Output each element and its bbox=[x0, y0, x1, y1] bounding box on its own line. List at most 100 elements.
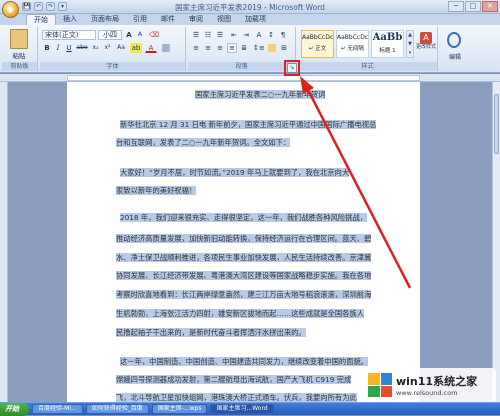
style-normal[interactable]: AaBbCcDc ↵ 正文 bbox=[301, 30, 334, 58]
doc-line-9: 考察时欣喜地看到：长江两岸绿意盎然，建三江万亩大地号稻浪滚滚，深圳前海 bbox=[116, 289, 372, 301]
align-right-icon[interactable]: ≡ bbox=[215, 43, 225, 53]
taskbar-item-wps[interactable]: 国家主席-...wps bbox=[151, 404, 208, 414]
paragraph-group: ☰ ☷ ☰ ⇤ ⇥ A ↕ ¶ ≡ ≡ ≡ ≡ ≣ ↕≡ ⊞ 段落 bbox=[188, 27, 296, 71]
justify-icon[interactable]: ≡ bbox=[227, 43, 237, 53]
horizontal-ruler[interactable] bbox=[0, 74, 500, 82]
minimize-button[interactable]: ─ bbox=[448, 1, 464, 12]
watermark-url: www.relsound.com bbox=[396, 389, 458, 397]
title-bar: ◉ 💾 ↶ ↷ ▾ 国家主席习近平发表2019 - Microsoft Word… bbox=[0, 0, 500, 18]
style-no-spacing-name: ↵ 无间隔 bbox=[341, 46, 364, 52]
paste-icon[interactable] bbox=[10, 29, 28, 49]
doc-line: 推动经济高质量发展，加快新旧动能转换，保持经济运行在合理区间。蓝天、碧 bbox=[116, 234, 372, 243]
taskbar-item-experience[interactable]: 如何获得经验_百度 bbox=[85, 404, 149, 414]
underline-button[interactable]: U bbox=[64, 43, 74, 53]
start-button[interactable]: 开始 bbox=[0, 402, 29, 416]
tab-insert[interactable]: 插入 bbox=[56, 14, 84, 25]
align-left-icon[interactable]: ≡ bbox=[191, 43, 201, 53]
doc-line-12: 这一年，中国制造、中国创造、中国建造共同发力，继续改变着中国的面貌。 bbox=[120, 356, 369, 368]
scroll-thumb[interactable] bbox=[494, 94, 499, 154]
close-button[interactable]: ✕ bbox=[482, 1, 498, 12]
italic-button[interactable]: I bbox=[53, 43, 63, 53]
grow-font-button[interactable]: A bbox=[124, 30, 134, 40]
doc-line: 国家主席习近平发表二○一九年新年贺词 bbox=[195, 90, 326, 99]
doc-line: 台和互联网，发表了二○一九年新年贺词。全文如下： bbox=[116, 138, 291, 147]
maximize-button[interactable]: □ bbox=[465, 1, 481, 12]
tab-references[interactable]: 引用 bbox=[126, 14, 154, 25]
doc-line-5: 2018 年，我们迎来很充实、走得很坚定。这一年，我们战胜各种风险挑战， bbox=[120, 212, 368, 224]
superscript-button[interactable]: x² bbox=[102, 43, 113, 53]
char-border-icon[interactable] bbox=[160, 43, 172, 53]
doc-line: 2018 年，我们迎来很充实、走得很坚定。这一年，我们战胜各种风险挑战， bbox=[120, 213, 368, 222]
style-no-spacing[interactable]: AaBbCcDc ↵ 无间隔 bbox=[336, 30, 369, 58]
style-heading1-preview: AaBb bbox=[372, 32, 403, 43]
font-size-select[interactable]: 小四 bbox=[98, 30, 122, 40]
doc-line-2: 台和互联网，发表了二○一九年新年贺词。全文如下： bbox=[116, 137, 291, 149]
taskbar-item-baidu[interactable]: 百度经验-Mi... bbox=[32, 404, 83, 414]
doc-line: 飞，北斗导航卫星加快组网，港珠澳大桥正式通车。伏兵，我要向所有为此 bbox=[116, 393, 357, 402]
document-area: 国家主席习近平发表二○一九年新年贺词 新华社北京 12 月 31 日电 新年前夕… bbox=[8, 82, 492, 402]
find-icon[interactable] bbox=[447, 32, 461, 48]
tab-addins[interactable]: 加载项 bbox=[238, 14, 273, 25]
tab-page-layout[interactable]: 页面布局 bbox=[84, 14, 126, 25]
strikethrough-button[interactable]: abe bbox=[75, 43, 89, 53]
highlight-color-icon[interactable]: ab bbox=[130, 43, 142, 53]
borders-icon[interactable]: ⊞ bbox=[279, 43, 289, 53]
editing-group: 编辑 bbox=[440, 27, 470, 71]
paste-label: 粘贴 bbox=[12, 52, 26, 60]
styles-group: AaBbCcDc ↵ 正文 AaBbCcDc ↵ 无间隔 AaBb 标题 1 ▲… bbox=[298, 27, 438, 71]
increase-indent-icon[interactable]: ⇥ bbox=[241, 30, 251, 40]
chinese-layout-icon[interactable]: A bbox=[254, 30, 264, 40]
doc-line-4: 家致以新年的美好祝福！ bbox=[116, 185, 197, 197]
doc-line: 新华社北京 12 月 31 日电 新年前夕，国家主席习近平通过中国国际广播电视总 bbox=[120, 120, 377, 129]
doc-line-14: 飞，北斗导航卫星加快组网，港珠澳大桥正式通车。伏兵，我要向所有为此 bbox=[116, 392, 357, 402]
align-center-icon[interactable]: ≡ bbox=[203, 43, 213, 53]
numbering-icon[interactable]: ☷ bbox=[203, 30, 213, 40]
doc-line-7: 水、净土保卫战顺利推进，各项民生事业加快发展，人民生活持续改善。京津冀 bbox=[116, 252, 372, 264]
window-title: 国家主席习近平发表2019 - Microsoft Word bbox=[175, 3, 325, 12]
ribbon: 粘贴 剪贴板 宋体(正文) 小四 A A ⌫ B I U abe x₂ x² A… bbox=[0, 25, 500, 73]
styles-scroll-icon[interactable]: ▲ ▼ ▾ bbox=[406, 30, 414, 58]
change-styles-button[interactable]: A 更改样式 bbox=[416, 30, 436, 58]
document-page[interactable]: 国家主席习近平发表二○一九年新年贺词 新华社北京 12 月 31 日电 新年前夕… bbox=[67, 82, 420, 402]
shading-icon[interactable] bbox=[267, 43, 277, 53]
sort-icon[interactable]: ↕ bbox=[266, 30, 276, 40]
office-button[interactable]: ◉ bbox=[2, 1, 19, 18]
subscript-button[interactable]: x₂ bbox=[90, 43, 101, 53]
shrink-font-button[interactable]: A bbox=[135, 30, 145, 40]
distributed-icon[interactable]: ≣ bbox=[239, 43, 249, 53]
clear-format-icon[interactable]: ⌫ bbox=[148, 30, 160, 40]
vertical-scrollbar[interactable] bbox=[492, 82, 500, 402]
tab-home[interactable]: 开始 bbox=[26, 14, 56, 25]
ribbon-tabs: 开始 插入 页面布局 引用 邮件 审阅 视图 加载项 bbox=[0, 14, 500, 25]
doc-line: 考察时欣喜地看到：长江两岸绿意盎然，建三江万亩大地号稻浪滚滚，深圳前海 bbox=[116, 290, 372, 299]
vertical-ruler[interactable] bbox=[0, 82, 8, 402]
doc-line-10: 生机勃勃，上海张江活力四射，雄安新区拔地而起……这些成就是全国各族人 bbox=[116, 308, 365, 320]
show-marks-icon[interactable]: ¶ bbox=[278, 30, 288, 40]
tab-review[interactable]: 审阅 bbox=[182, 14, 210, 25]
bullets-icon[interactable]: ☰ bbox=[191, 30, 201, 40]
doc-line: 大家好！“岁月不居，时节如流。”2019 年马上就要到了，我在北京向大 bbox=[120, 168, 350, 177]
change-case-button[interactable]: Aa bbox=[115, 43, 127, 53]
doc-line-13: 嫦娥四号探测器成功发射，第二艘航母出海试航，国产大飞机 C919 完成 bbox=[116, 374, 352, 386]
multilevel-list-icon[interactable]: ☰ bbox=[215, 30, 225, 40]
font-group: 宋体(正文) 小四 A A ⌫ B I U abe x₂ x² Aa ab A … bbox=[40, 27, 186, 71]
bold-button[interactable]: B bbox=[42, 43, 52, 53]
change-styles-label: 更改样式 bbox=[416, 44, 437, 50]
taskbar-item-word[interactable]: 国家主席习...Word bbox=[210, 404, 274, 414]
tab-view[interactable]: 视图 bbox=[210, 14, 238, 25]
line-spacing-icon[interactable]: ↕≡ bbox=[252, 43, 265, 53]
doc-line-1: 新华社北京 12 月 31 日电 新年前夕，国家主席习近平通过中国国际广播电视总 bbox=[120, 119, 377, 131]
doc-line: 协同发展、长江经济带发展、粤港澳大湾区建设等国家战略稳步实施。我在各地 bbox=[116, 271, 372, 280]
editing-label[interactable]: 编辑 bbox=[440, 52, 470, 61]
style-heading1[interactable]: AaBb 标题 1 bbox=[371, 30, 404, 58]
paragraph-group-label: 段落 bbox=[188, 62, 295, 71]
doc-title-line: 国家主席习近平发表二○一九年新年贺词 bbox=[195, 89, 326, 101]
style-no-spacing-preview: AaBbCcDc bbox=[337, 34, 369, 41]
font-color-button[interactable]: A bbox=[145, 43, 157, 53]
font-name-select[interactable]: 宋体(正文) bbox=[42, 30, 96, 40]
windows-logo-icon bbox=[368, 373, 392, 397]
styles-group-label: 样式 bbox=[298, 62, 437, 71]
decrease-indent-icon[interactable]: ⇤ bbox=[229, 30, 239, 40]
tab-mailings[interactable]: 邮件 bbox=[154, 14, 182, 25]
doc-line: 民撸起袖子干出来的，是新时代奋斗者挥洒汗水拼出来的。 bbox=[116, 328, 306, 337]
